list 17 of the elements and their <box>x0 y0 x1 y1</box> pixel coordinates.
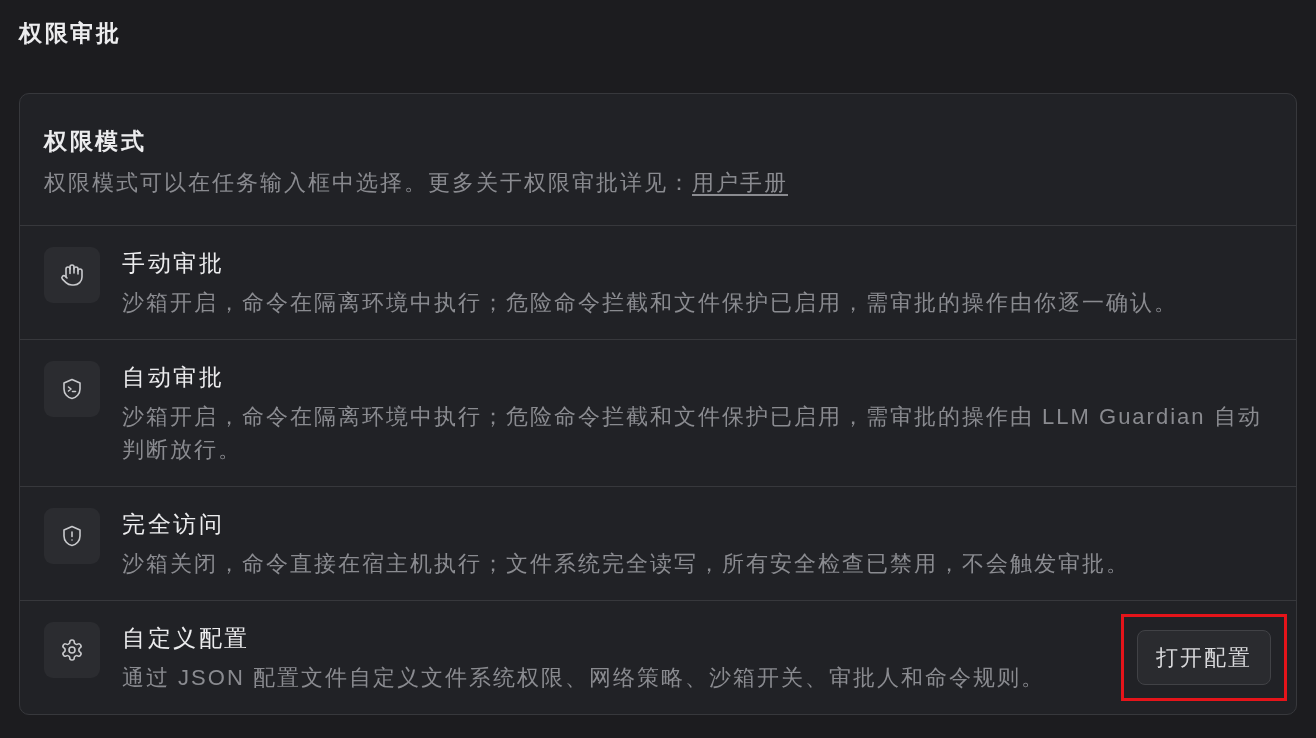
mode-title: 完全访问 <box>122 510 225 539</box>
section-title: 权限审批 <box>19 19 122 48</box>
hand-icon <box>44 247 100 303</box>
panel-title: 权限模式 <box>44 127 147 156</box>
open-config-button[interactable]: 打开配置 <box>1137 630 1271 685</box>
manual-link[interactable]: 用户手册 <box>692 170 788 195</box>
mode-title: 自动审批 <box>122 363 225 392</box>
mode-description: 沙箱开启，命令在隔离环境中执行；危险命令拦截和文件保护已启用，需审批的操作由 LLM Guardian 自动判断放行。 <box>122 403 1263 464</box>
mode-description: 通过 JSON 配置文件自定义文件系统权限、网络策略、沙箱开关、审批人和命令规则。 <box>122 664 1046 692</box>
mode-title: 自定义配置 <box>122 624 251 653</box>
mode-description: 沙箱开启，命令在隔离环境中执行；危险命令拦截和文件保护已启用，需审批的操作由你逐一确认。 <box>122 289 1179 317</box>
panel-description: 权限模式可以在任务输入框中选择。更多关于权限审批详见：用户手册 <box>44 169 789 197</box>
shield-terminal-icon <box>44 361 100 417</box>
settings-icon <box>44 622 100 678</box>
mode-description: 沙箱关闭，命令直接在宿主机执行；文件系统完全读写，所有安全检查已禁用，不会触发审批。 <box>122 550 1131 578</box>
mode-title: 手动审批 <box>122 249 225 278</box>
shield-alert-icon <box>44 508 100 564</box>
